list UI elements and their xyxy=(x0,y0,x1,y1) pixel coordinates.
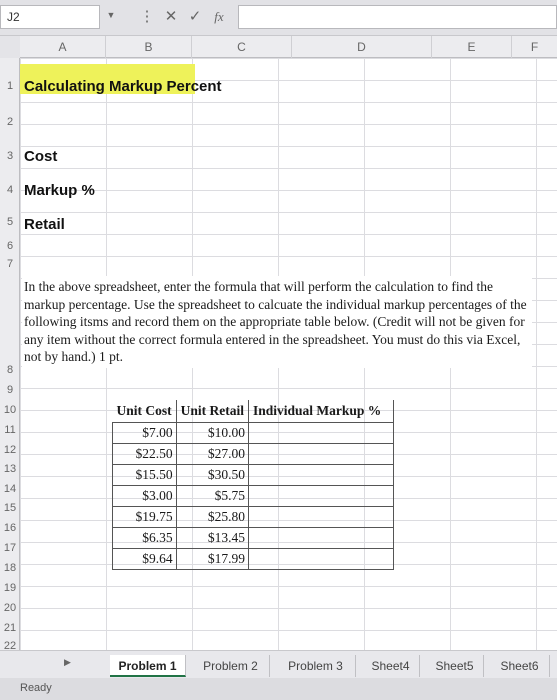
row-header[interactable]: 3 xyxy=(0,150,20,162)
table-header-unit-cost: Unit Cost xyxy=(112,400,177,423)
column-header-a[interactable]: A xyxy=(20,36,106,58)
markup-cell[interactable] xyxy=(248,506,395,528)
name-box[interactable]: J2 xyxy=(0,5,100,29)
fx-icon[interactable]: fx xyxy=(208,6,230,28)
column-header-e[interactable]: E xyxy=(432,36,512,58)
unit-cost-cell[interactable]: $22.50 xyxy=(112,443,177,465)
tab-problem-2[interactable]: Problem 2 xyxy=(192,655,270,677)
table-row: $22.50 $27.00 xyxy=(112,443,395,465)
table-header-markup: Individual Markup % xyxy=(248,400,395,423)
cancel-icon[interactable]: ✕ xyxy=(160,6,182,28)
table-row: $9.64 $17.99 xyxy=(112,548,395,570)
row-header[interactable]: 1 xyxy=(0,80,20,92)
row-header-bar: 1 2 3 4 5 6 7 8 9 10 11 12 13 14 15 16 1… xyxy=(0,58,20,652)
formula-bar: J2 ▼ ⋮ ✕ ✓ fx xyxy=(0,0,557,36)
row-header[interactable]: 15 xyxy=(0,502,20,514)
tab-sheet6[interactable]: Sheet6 xyxy=(490,655,550,677)
unit-retail-cell[interactable]: $5.75 xyxy=(175,485,250,507)
column-header-b[interactable]: B xyxy=(106,36,192,58)
row-header[interactable]: 14 xyxy=(0,483,20,495)
table-row: $6.35 $13.45 xyxy=(112,527,395,549)
unit-cost-cell[interactable]: $15.50 xyxy=(112,464,177,486)
row-header[interactable]: 7 xyxy=(0,258,20,270)
unit-retail-cell[interactable]: $17.99 xyxy=(175,548,250,570)
table-row: $3.00 $5.75 xyxy=(112,485,395,507)
row-header[interactable]: 21 xyxy=(0,622,20,634)
row-header[interactable]: 8 xyxy=(0,364,20,376)
markup-cell[interactable] xyxy=(248,443,395,465)
sheet-tab-bar: ▶ Problem 1 Problem 2 Problem 3 Sheet4 S… xyxy=(0,650,557,678)
chevron-down-icon[interactable]: ▼ xyxy=(104,10,118,24)
row-header[interactable]: 4 xyxy=(0,184,20,196)
row-header[interactable]: 2 xyxy=(0,116,20,128)
unit-retail-cell[interactable]: $25.80 xyxy=(175,506,250,528)
row-header[interactable]: 6 xyxy=(0,240,20,252)
row-header[interactable]: 10 xyxy=(0,404,20,416)
unit-cost-cell[interactable]: $7.00 xyxy=(112,422,177,444)
tab-problem-1[interactable]: Problem 1 xyxy=(110,655,186,677)
column-header-bar: A B C D E F xyxy=(0,36,557,58)
row-header[interactable]: 5 xyxy=(0,216,20,228)
tab-sheet5[interactable]: Sheet5 xyxy=(426,655,484,677)
unit-retail-cell[interactable]: $13.45 xyxy=(175,527,250,549)
unit-retail-cell[interactable]: $30.50 xyxy=(175,464,250,486)
row-header[interactable]: 19 xyxy=(0,582,20,594)
cost-label-cell[interactable]: Cost xyxy=(24,148,57,165)
status-bar: Ready xyxy=(0,678,557,700)
markup-table: Unit Cost Unit Retail Individual Markup … xyxy=(112,400,395,570)
row-header[interactable]: 11 xyxy=(0,424,20,436)
more-options-icon[interactable]: ⋮ xyxy=(136,6,158,28)
unit-cost-cell[interactable]: $19.75 xyxy=(112,506,177,528)
row-header[interactable]: 16 xyxy=(0,522,20,534)
table-header-row: Unit Cost Unit Retail Individual Markup … xyxy=(112,400,395,423)
markup-cell[interactable] xyxy=(248,485,395,507)
column-header-c[interactable]: C xyxy=(192,36,292,58)
markup-cell[interactable] xyxy=(248,548,395,570)
enter-icon[interactable]: ✓ xyxy=(184,6,206,28)
tab-problem-3[interactable]: Problem 3 xyxy=(276,655,356,677)
unit-retail-cell[interactable]: $27.00 xyxy=(175,443,250,465)
column-header-d[interactable]: D xyxy=(292,36,432,58)
row-header[interactable]: 18 xyxy=(0,562,20,574)
column-header-f[interactable]: F xyxy=(512,36,557,58)
table-row: $7.00 $10.00 xyxy=(112,422,395,444)
instructions-text: In the above spreadsheet, enter the form… xyxy=(22,276,532,368)
formula-input[interactable] xyxy=(238,5,557,29)
title-cell[interactable]: Calculating Markup Percent xyxy=(24,78,222,95)
markup-cell[interactable] xyxy=(248,527,395,549)
unit-cost-cell[interactable]: $3.00 xyxy=(112,485,177,507)
row-header[interactable]: 13 xyxy=(0,463,20,475)
retail-label-cell[interactable]: Retail xyxy=(24,216,65,233)
row-header[interactable]: 9 xyxy=(0,384,20,396)
unit-cost-cell[interactable]: $9.64 xyxy=(112,548,177,570)
row-header[interactable]: 20 xyxy=(0,602,20,614)
tab-sheet4[interactable]: Sheet4 xyxy=(362,655,420,677)
markup-cell[interactable] xyxy=(248,464,395,486)
row-header[interactable]: 12 xyxy=(0,444,20,456)
row-header[interactable]: 17 xyxy=(0,542,20,554)
scroll-tabs-right-icon[interactable]: ▶ xyxy=(64,657,71,668)
markup-label-cell[interactable]: Markup % xyxy=(24,182,95,199)
table-row: $19.75 $25.80 xyxy=(112,506,395,528)
select-all-corner[interactable] xyxy=(0,36,20,58)
table-row: $15.50 $30.50 xyxy=(112,464,395,486)
unit-retail-cell[interactable]: $10.00 xyxy=(175,422,250,444)
table-header-unit-retail: Unit Retail xyxy=(175,400,250,423)
markup-cell[interactable] xyxy=(248,422,395,444)
status-text: Ready xyxy=(20,682,52,694)
unit-cost-cell[interactable]: $6.35 xyxy=(112,527,177,549)
